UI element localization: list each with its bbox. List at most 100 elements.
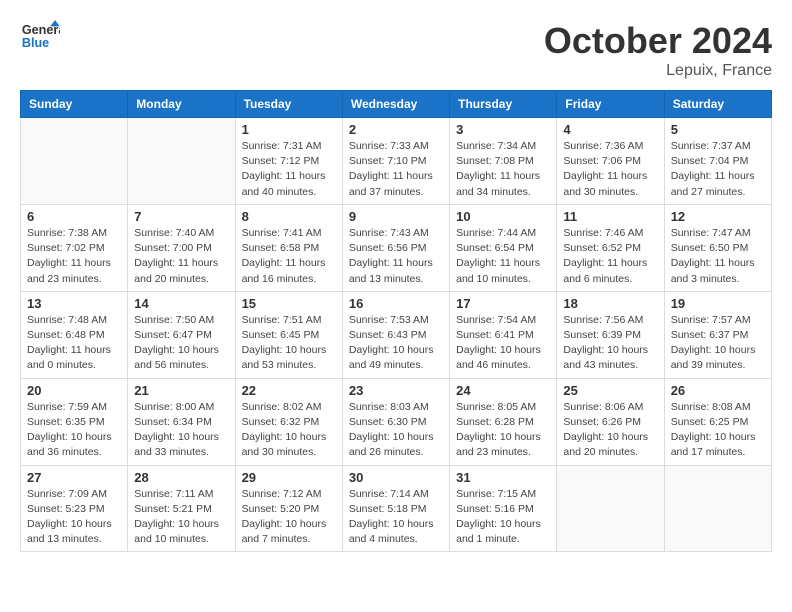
day-info: Sunrise: 7:46 AM Sunset: 6:52 PM Dayligh…: [563, 226, 657, 287]
weekday-header-friday: Friday: [557, 91, 664, 118]
calendar-day-cell: [21, 118, 128, 205]
weekday-header-thursday: Thursday: [450, 91, 557, 118]
weekday-header-wednesday: Wednesday: [342, 91, 449, 118]
calendar-day-cell: 15 Sunrise: 7:51 AM Sunset: 6:45 PM Dayli…: [235, 291, 342, 378]
calendar-day-cell: [128, 118, 235, 205]
calendar-day-cell: 26Sunrise: 8:08 AM Sunset: 6:25 PM Dayli…: [664, 378, 771, 465]
calendar-day-cell: 23 Sunrise: 8:03 AM Sunset: 6:30 PM Dayli…: [342, 378, 449, 465]
calendar-day-cell: 20 Sunrise: 7:59 AM Sunset: 6:35 PM Dayli…: [21, 378, 128, 465]
day-number: 7: [134, 209, 228, 224]
day-info: Sunrise: 7:14 AM Sunset: 5:18 PM Dayligh…: [349, 487, 443, 548]
calendar-day-cell: 31 Sunrise: 7:15 AM Sunset: 5:16 PM Dayli…: [450, 465, 557, 552]
day-number: 3: [456, 122, 550, 137]
day-number: 11: [563, 209, 657, 224]
day-info: Sunrise: 7:41 AM Sunset: 6:58 PM Dayligh…: [242, 226, 336, 287]
calendar-day-cell: 21Sunrise: 8:00 AM Sunset: 6:34 PM Dayli…: [128, 378, 235, 465]
day-info: Sunrise: 7:12 AM Sunset: 5:20 PM Dayligh…: [242, 487, 336, 548]
day-info: Sunrise: 7:51 AM Sunset: 6:45 PM Dayligh…: [242, 313, 336, 374]
day-number: 27: [27, 470, 121, 485]
day-info: Sunrise: 7:31 AM Sunset: 7:12 PM Dayligh…: [242, 139, 336, 200]
day-info: Sunrise: 8:08 AM Sunset: 6:25 PM Dayligh…: [671, 400, 765, 461]
calendar-day-cell: 16Sunrise: 7:53 AM Sunset: 6:43 PM Dayli…: [342, 291, 449, 378]
calendar-day-cell: 13 Sunrise: 7:48 AM Sunset: 6:48 PM Dayli…: [21, 291, 128, 378]
day-number: 18: [563, 296, 657, 311]
calendar-day-cell: 9 Sunrise: 7:43 AM Sunset: 6:56 PM Daylig…: [342, 204, 449, 291]
day-info: Sunrise: 8:03 AM Sunset: 6:30 PM Dayligh…: [349, 400, 443, 461]
weekday-header-sunday: Sunday: [21, 91, 128, 118]
day-info: Sunrise: 8:02 AM Sunset: 6:32 PM Dayligh…: [242, 400, 336, 461]
calendar-week-row: 6 Sunrise: 7:38 AM Sunset: 7:02 PM Daylig…: [21, 204, 772, 291]
calendar-day-cell: 12 Sunrise: 7:47 AM Sunset: 6:50 PM Dayli…: [664, 204, 771, 291]
day-number: 28: [134, 470, 228, 485]
day-number: 23: [349, 383, 443, 398]
day-info: Sunrise: 7:37 AM Sunset: 7:04 PM Dayligh…: [671, 139, 765, 200]
day-number: 10: [456, 209, 550, 224]
day-number: 15: [242, 296, 336, 311]
day-number: 19: [671, 296, 765, 311]
calendar-day-cell: 28 Sunrise: 7:11 AM Sunset: 5:21 PM Dayli…: [128, 465, 235, 552]
day-number: 30: [349, 470, 443, 485]
calendar-week-row: 13 Sunrise: 7:48 AM Sunset: 6:48 PM Dayli…: [21, 291, 772, 378]
page-header: General Blue October 2024 Lepuix, France: [20, 20, 772, 80]
day-info: Sunrise: 7:38 AM Sunset: 7:02 PM Dayligh…: [27, 226, 121, 287]
day-info: Sunrise: 7:47 AM Sunset: 6:50 PM Dayligh…: [671, 226, 765, 287]
calendar-day-cell: 11 Sunrise: 7:46 AM Sunset: 6:52 PM Dayli…: [557, 204, 664, 291]
svg-text:Blue: Blue: [22, 36, 49, 50]
day-info: Sunrise: 7:15 AM Sunset: 5:16 PM Dayligh…: [456, 487, 550, 548]
day-info: Sunrise: 7:11 AM Sunset: 5:21 PM Dayligh…: [134, 487, 228, 548]
day-number: 8: [242, 209, 336, 224]
day-info: Sunrise: 7:33 AM Sunset: 7:10 PM Dayligh…: [349, 139, 443, 200]
weekday-header-tuesday: Tuesday: [235, 91, 342, 118]
day-number: 2: [349, 122, 443, 137]
day-info: Sunrise: 7:56 AM Sunset: 6:39 PM Dayligh…: [563, 313, 657, 374]
logo: General Blue: [20, 20, 64, 50]
calendar-day-cell: 2 Sunrise: 7:33 AM Sunset: 7:10 PM Daylig…: [342, 118, 449, 205]
calendar-day-cell: [557, 465, 664, 552]
calendar-day-cell: [664, 465, 771, 552]
day-info: Sunrise: 7:44 AM Sunset: 6:54 PM Dayligh…: [456, 226, 550, 287]
calendar-week-row: 1Sunrise: 7:31 AM Sunset: 7:12 PM Daylig…: [21, 118, 772, 205]
calendar-day-cell: 7 Sunrise: 7:40 AM Sunset: 7:00 PM Daylig…: [128, 204, 235, 291]
day-info: Sunrise: 7:59 AM Sunset: 6:35 PM Dayligh…: [27, 400, 121, 461]
month-title: October 2024: [544, 20, 772, 62]
day-number: 22: [242, 383, 336, 398]
calendar-day-cell: 24 Sunrise: 8:05 AM Sunset: 6:28 PM Dayli…: [450, 378, 557, 465]
day-number: 31: [456, 470, 550, 485]
day-number: 4: [563, 122, 657, 137]
day-info: Sunrise: 7:53 AM Sunset: 6:43 PM Dayligh…: [349, 313, 443, 374]
calendar-day-cell: 27 Sunrise: 7:09 AM Sunset: 5:23 PM Dayli…: [21, 465, 128, 552]
day-number: 29: [242, 470, 336, 485]
calendar-day-cell: 25 Sunrise: 8:06 AM Sunset: 6:26 PM Dayli…: [557, 378, 664, 465]
day-info: Sunrise: 7:36 AM Sunset: 7:06 PM Dayligh…: [563, 139, 657, 200]
calendar-day-cell: 6 Sunrise: 7:38 AM Sunset: 7:02 PM Daylig…: [21, 204, 128, 291]
day-info: Sunrise: 7:50 AM Sunset: 6:47 PM Dayligh…: [134, 313, 228, 374]
day-info: Sunrise: 7:40 AM Sunset: 7:00 PM Dayligh…: [134, 226, 228, 287]
calendar-day-cell: 4 Sunrise: 7:36 AM Sunset: 7:06 PM Daylig…: [557, 118, 664, 205]
day-info: Sunrise: 7:57 AM Sunset: 6:37 PM Dayligh…: [671, 313, 765, 374]
day-info: Sunrise: 7:09 AM Sunset: 5:23 PM Dayligh…: [27, 487, 121, 548]
day-number: 24: [456, 383, 550, 398]
calendar-week-row: 20 Sunrise: 7:59 AM Sunset: 6:35 PM Dayli…: [21, 378, 772, 465]
day-number: 12: [671, 209, 765, 224]
day-info: Sunrise: 8:05 AM Sunset: 6:28 PM Dayligh…: [456, 400, 550, 461]
day-number: 20: [27, 383, 121, 398]
calendar-day-cell: 3 Sunrise: 7:34 AM Sunset: 7:08 PM Daylig…: [450, 118, 557, 205]
day-info: Sunrise: 7:48 AM Sunset: 6:48 PM Dayligh…: [27, 313, 121, 374]
day-number: 5: [671, 122, 765, 137]
calendar-day-cell: 19 Sunrise: 7:57 AM Sunset: 6:37 PM Dayli…: [664, 291, 771, 378]
weekday-header-row: SundayMondayTuesdayWednesdayThursdayFrid…: [21, 91, 772, 118]
calendar-day-cell: 17Sunrise: 7:54 AM Sunset: 6:41 PM Dayli…: [450, 291, 557, 378]
calendar-day-cell: 1Sunrise: 7:31 AM Sunset: 7:12 PM Daylig…: [235, 118, 342, 205]
calendar-day-cell: 8 Sunrise: 7:41 AM Sunset: 6:58 PM Daylig…: [235, 204, 342, 291]
calendar-day-cell: 10 Sunrise: 7:44 AM Sunset: 6:54 PM Dayli…: [450, 204, 557, 291]
day-info: Sunrise: 8:06 AM Sunset: 6:26 PM Dayligh…: [563, 400, 657, 461]
day-info: Sunrise: 7:43 AM Sunset: 6:56 PM Dayligh…: [349, 226, 443, 287]
day-number: 25: [563, 383, 657, 398]
day-info: Sunrise: 7:34 AM Sunset: 7:08 PM Dayligh…: [456, 139, 550, 200]
day-number: 9: [349, 209, 443, 224]
day-number: 13: [27, 296, 121, 311]
day-number: 6: [27, 209, 121, 224]
calendar-day-cell: 14 Sunrise: 7:50 AM Sunset: 6:47 PM Dayli…: [128, 291, 235, 378]
calendar-day-cell: 29 Sunrise: 7:12 AM Sunset: 5:20 PM Dayli…: [235, 465, 342, 552]
day-number: 14: [134, 296, 228, 311]
